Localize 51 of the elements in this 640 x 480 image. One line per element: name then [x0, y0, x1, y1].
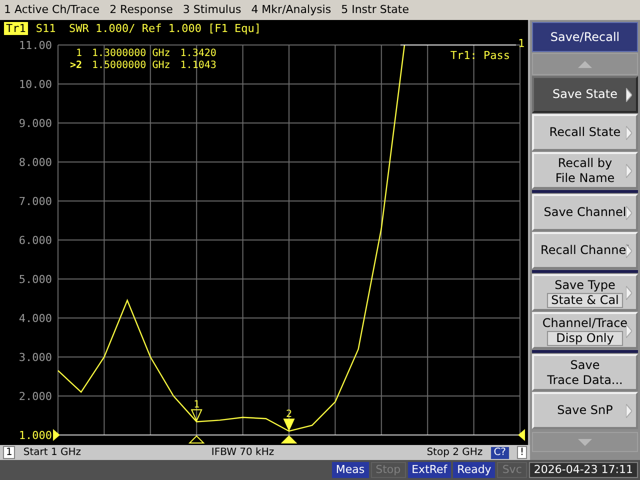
menu-item[interactable]: 1 Active Ch/Trace [4, 2, 100, 18]
softkey-panel-title: Save/Recall [532, 22, 638, 52]
axis-tick-label: 9.000 [18, 117, 52, 130]
marker-value: 1.3420 [180, 48, 216, 60]
softkey-button[interactable]: Save Channel [532, 194, 638, 231]
softkey-button[interactable]: Channel/Trace Disp Only [532, 312, 638, 349]
axis-tick-label: 4.000 [18, 312, 52, 325]
warning-indicator: ! [516, 446, 527, 459]
trace-header: S11 SWR 1.000/ Ref 1.000 [F1 Equ] [36, 22, 262, 35]
limit-test-status: Tr1: Pass [450, 48, 510, 64]
axis-tick-label: 1.000 [18, 429, 52, 442]
axis-tick-label: 2.000 [18, 390, 52, 403]
softkey-label: Channel/Trace [542, 316, 628, 330]
menu-item[interactable]: 3 Stimulus [182, 2, 242, 18]
axis-tick-label: 7.000 [18, 195, 52, 208]
softkey-button[interactable]: Save Trace Data... [532, 354, 638, 391]
softkey-value: State & Cal [547, 292, 623, 308]
ifbw-setting: IFBW 70 kHz [211, 446, 276, 460]
status-indicator: Meas [332, 462, 369, 478]
stop-frequency: Stop 2 GHz [426, 446, 483, 460]
menu-item[interactable]: 4 Mkr/Analysis [251, 2, 332, 18]
marker-label: 1 [194, 400, 200, 411]
menu-item[interactable]: 5 Instr State [341, 2, 409, 18]
marker-value: 1.1043 [180, 60, 216, 72]
axis-tick-label: 8.000 [18, 156, 52, 169]
axis-tick-label: 6.000 [18, 234, 52, 247]
axis-tick-label: 10.00 [18, 78, 52, 91]
date-time: 2026-04-23 17:11 [528, 462, 638, 478]
calibration-status: C? [490, 446, 509, 458]
axis-tick-label: 11.00 [18, 39, 52, 52]
axis-tick-label: 5.000 [18, 273, 52, 286]
channel-number: 1 [3, 446, 16, 459]
softkey-button[interactable]: Save SnP [532, 392, 638, 429]
marker-number: 1 [74, 48, 82, 60]
menu-item[interactable]: 2 Response [110, 2, 173, 18]
marker-frequency: 1.5000000 GHz [92, 60, 170, 72]
softkey-label: Save Type [554, 278, 616, 292]
softkey-button[interactable]: Recall by File Name [532, 152, 638, 189]
softkey-value: Disp Only [547, 330, 623, 346]
softkey-button[interactable]: Save Type State & Cal [532, 274, 638, 311]
axis-tick-label: 3.000 [18, 351, 52, 364]
marker-frequency: 1.3000000 GHz [92, 48, 170, 60]
limit-end-label: 1 [518, 37, 525, 50]
softkey-button[interactable]: Recall State [532, 114, 638, 151]
status-indicator: Ready [453, 462, 496, 478]
active-trace-tab[interactable]: Tr1 [4, 22, 28, 35]
marker-label: 2 [286, 409, 292, 420]
status-indicator: ExtRef [408, 462, 452, 478]
marker-number: >2 [68, 60, 82, 72]
softkey-button[interactable]: Save State [532, 76, 638, 113]
start-frequency: Start 1 GHz [23, 446, 82, 460]
